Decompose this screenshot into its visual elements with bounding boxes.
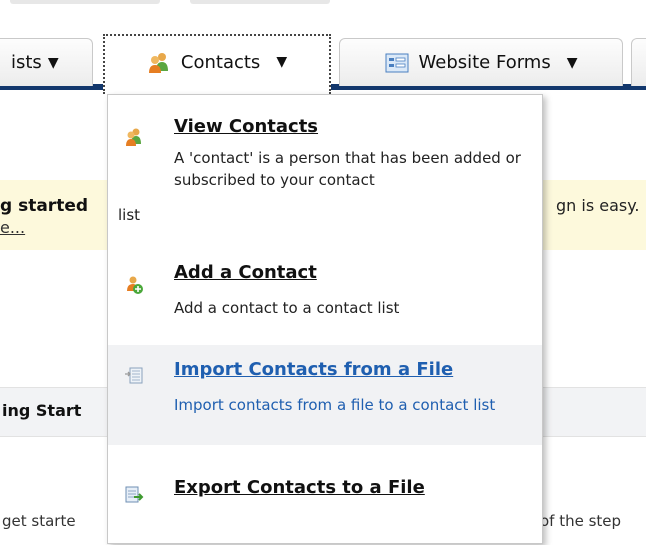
menu-item-export-contacts[interactable]: Export Contacts to a File bbox=[108, 445, 542, 545]
tab-website-forms-label: Website Forms bbox=[418, 52, 551, 73]
menu-item-title[interactable]: Export Contacts to a File bbox=[174, 477, 425, 498]
menu-item-add-contact[interactable]: Add a Contact Add a contact to a contact… bbox=[108, 245, 542, 345]
menu-item-title[interactable]: Add a Contact bbox=[174, 262, 317, 283]
banner-text: gn is easy. bbox=[556, 196, 640, 215]
menu-item-import-contacts[interactable]: Import Contacts from a File Import conta… bbox=[108, 345, 542, 445]
export-file-icon bbox=[125, 486, 144, 503]
tab-lists-label: ists bbox=[11, 52, 42, 73]
tab-contacts[interactable]: Contacts ▼ bbox=[103, 34, 331, 94]
main-nav: ists ▼ Contacts ▼ Website Forms ▼ bbox=[0, 34, 646, 94]
contacts-icon bbox=[126, 128, 141, 146]
add-contact-icon bbox=[127, 276, 143, 294]
menu-item-description: A 'contact' is a person that has been ad… bbox=[174, 149, 521, 189]
body-text-left: get starte bbox=[2, 512, 76, 530]
section-title: ing Start bbox=[2, 401, 82, 420]
body-text-right: of the step bbox=[540, 512, 622, 530]
tab-next[interactable] bbox=[631, 38, 646, 86]
contacts-dropdown-menu: View Contacts A 'contact' is a person th… bbox=[107, 94, 543, 544]
menu-item-description-wrap: list bbox=[118, 206, 141, 224]
tab-contacts-label: Contacts bbox=[180, 51, 261, 73]
menu-item-description: Add a contact to a contact list bbox=[174, 299, 400, 317]
chevron-down-icon: ▼ bbox=[47, 54, 59, 71]
import-file-icon bbox=[125, 367, 143, 384]
form-icon bbox=[385, 53, 408, 72]
banner-link[interactable]: e... bbox=[0, 218, 25, 237]
contacts-icon bbox=[148, 53, 168, 73]
tab-lists[interactable]: ists ▼ bbox=[0, 38, 93, 86]
menu-item-title[interactable]: View Contacts bbox=[174, 116, 318, 137]
menu-item-title[interactable]: Import Contacts from a File bbox=[174, 359, 453, 380]
top-strip bbox=[0, 0, 646, 18]
tab-website-forms[interactable]: Website Forms ▼ bbox=[339, 38, 623, 86]
chevron-down-icon: ▼ bbox=[566, 54, 578, 71]
menu-item-description: Import contacts from a file to a contact… bbox=[174, 396, 496, 414]
chevron-down-icon: ▼ bbox=[276, 54, 288, 70]
menu-item-view-contacts[interactable]: View Contacts A 'contact' is a person th… bbox=[108, 95, 542, 245]
banner-heading: g started bbox=[0, 196, 89, 216]
